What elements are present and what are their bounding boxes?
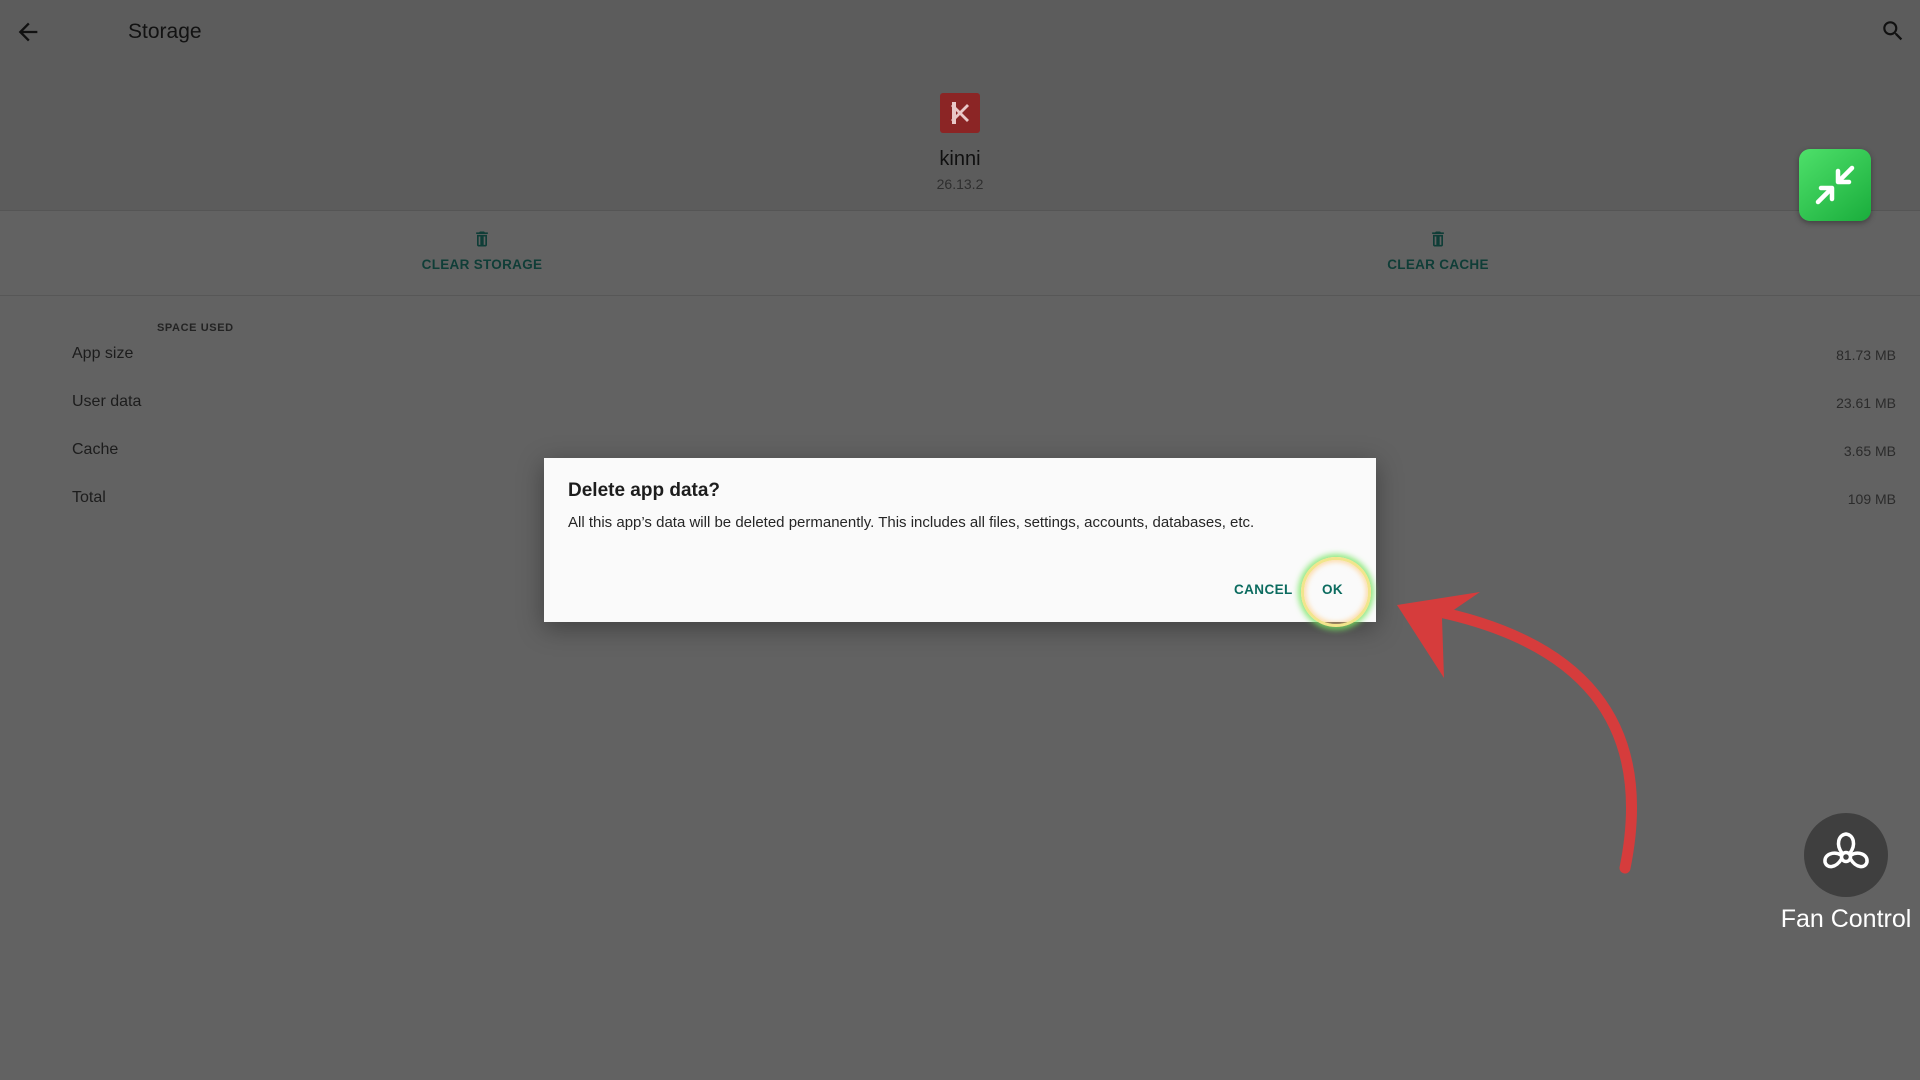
fan-icon [1823,832,1869,869]
user-data-value: 23.61 MB [1836,395,1896,411]
app-bar: Storage kinni 26.13.2 [0,0,1920,210]
trash-icon [1432,231,1444,247]
fan-control-label: Fan Control [1780,905,1912,933]
cache-value: 3.65 MB [1843,443,1896,459]
back-button[interactable] [14,18,42,46]
dialog-message: All this app’s data will be deleted perm… [568,514,1255,531]
search-icon [1883,21,1903,41]
user-data-label: User data [72,393,142,410]
shrink-window-button[interactable] [1799,149,1871,221]
app-size-value: 81.73 MB [1836,347,1896,363]
clear-storage-button[interactable]: CLEAR STORAGE [362,228,602,272]
cancel-button[interactable]: CANCEL [1234,582,1293,597]
shrink-icon [1815,165,1855,205]
total-value: 109 MB [1847,491,1896,507]
ok-button[interactable]: OK [1322,582,1343,597]
back-arrow-icon [18,22,38,42]
dialog-title: Delete app data? [568,480,721,501]
total-label: Total [72,489,106,506]
page-title: Storage [128,20,202,43]
clear-storage-label: CLEAR STORAGE [421,257,543,272]
app-size-label: App size [72,345,134,362]
trash-icon [476,231,488,247]
clear-cache-button[interactable]: CLEAR CACHE [1318,228,1558,272]
divider [0,210,1920,211]
cache-label: Cache [72,441,119,458]
search-button[interactable] [1880,18,1908,46]
app-version: 26.13.2 [936,176,984,192]
app-icon [940,93,980,133]
delete-app-data-dialog: Delete app data? All this app’s data wil… [544,458,1376,622]
divider [0,295,1920,296]
fan-control-button[interactable] [1804,813,1888,897]
app-name: kinni [939,148,981,170]
space-used-header: SPACE USED [157,322,234,334]
clear-cache-label: CLEAR CACHE [1387,257,1489,272]
